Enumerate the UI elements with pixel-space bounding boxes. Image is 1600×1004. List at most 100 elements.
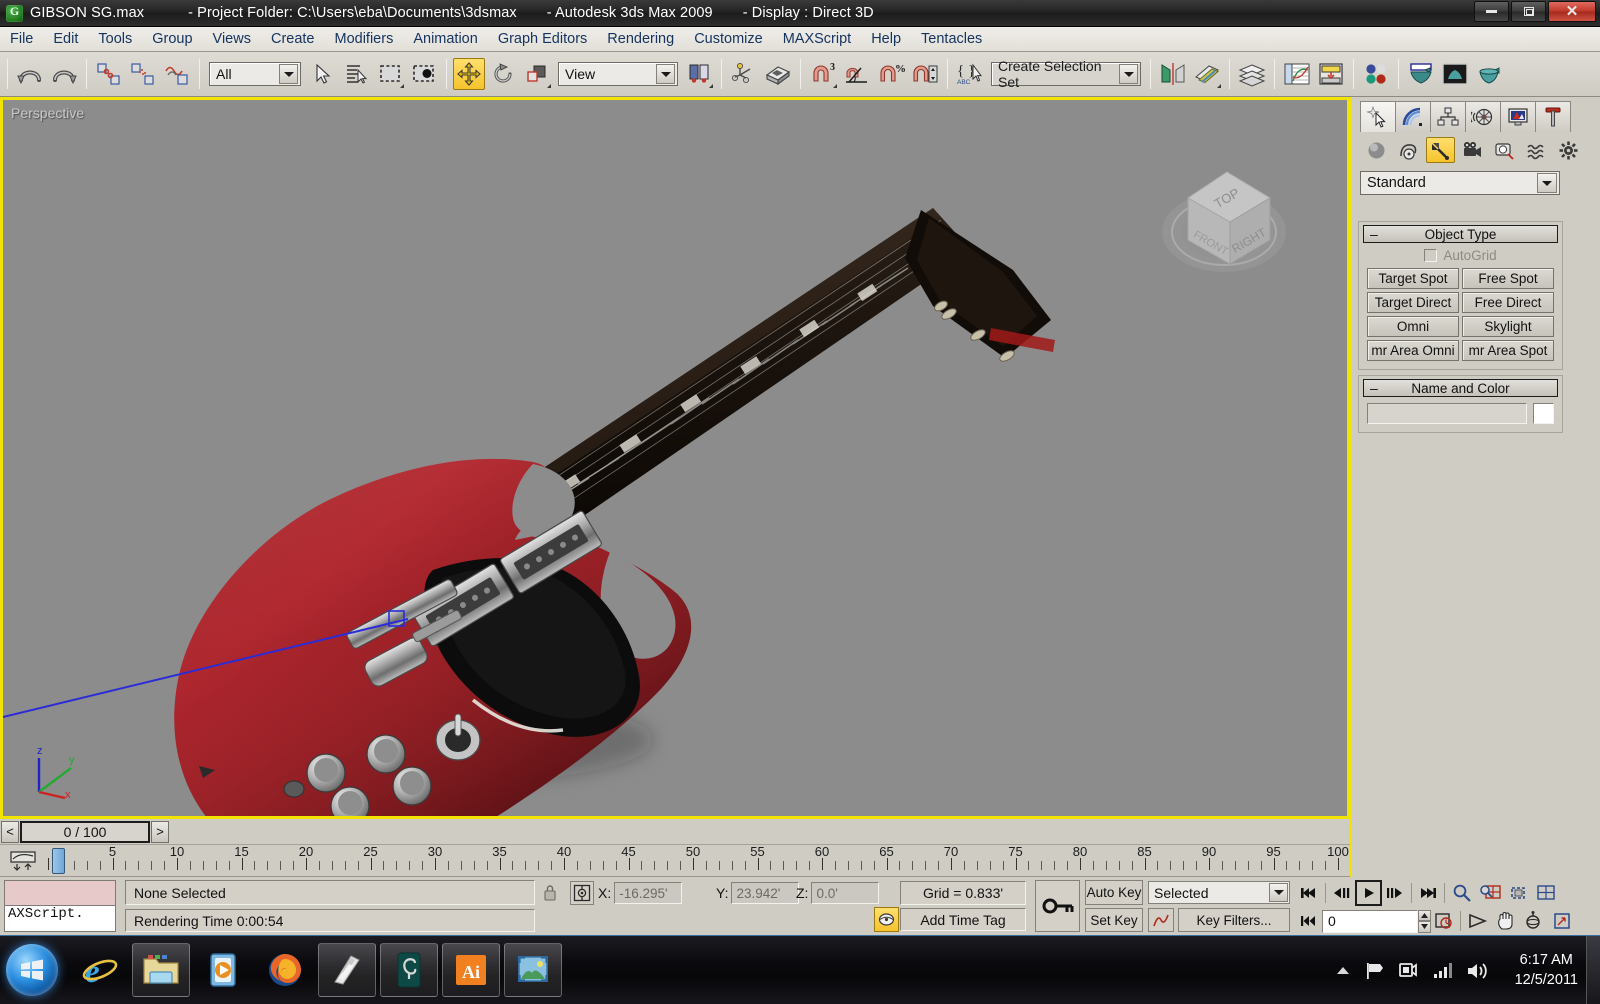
target-direct-button[interactable]: Target Direct <box>1367 292 1459 313</box>
omni-button[interactable]: Omni <box>1367 316 1459 337</box>
menu-animation[interactable]: Animation <box>403 28 487 50</box>
menu-modifiers[interactable]: Modifiers <box>325 28 404 50</box>
tab-hierarchy[interactable] <box>1430 101 1466 132</box>
restore-button[interactable] <box>1511 1 1546 22</box>
go-to-start-button[interactable] <box>1296 880 1322 906</box>
select-and-rotate-button[interactable] <box>487 58 519 90</box>
undo-button[interactable] <box>14 58 46 90</box>
collapse-icon[interactable]: – <box>1370 381 1378 395</box>
mirror-button[interactable] <box>1157 58 1189 90</box>
go-to-end-button[interactable] <box>1415 880 1441 906</box>
time-slider-handle[interactable] <box>52 848 65 874</box>
play-animation-button[interactable] <box>1355 880 1382 906</box>
category-shapes-button[interactable] <box>1394 137 1423 163</box>
zoom-extents-button[interactable] <box>1504 880 1532 906</box>
field-of-view-button[interactable] <box>1464 908 1492 934</box>
category-geometry-button[interactable] <box>1362 137 1391 163</box>
coordinate-z[interactable]: Z: 0.0' <box>796 881 880 905</box>
edit-named-selection-sets-button[interactable]: { } ABC <box>954 58 986 90</box>
key-mode-jump-button[interactable] <box>1296 908 1322 934</box>
mr-area-omni-button[interactable]: mr Area Omni <box>1367 340 1459 361</box>
taskbar-winamp[interactable] <box>318 943 376 997</box>
menu-help[interactable]: Help <box>861 28 911 50</box>
object-name-input[interactable] <box>1367 403 1527 424</box>
spinner-snap-toggle-button[interactable] <box>909 58 941 90</box>
menu-group[interactable]: Group <box>142 28 202 50</box>
start-button[interactable] <box>6 944 58 996</box>
taskbar-windows-media-player[interactable] <box>194 943 252 997</box>
perspective-viewport[interactable]: Perspective TOP FRONT RIGHT z y x <box>0 97 1350 819</box>
frame-spinner[interactable] <box>1418 909 1431 933</box>
tab-create[interactable] <box>1360 101 1396 132</box>
menu-customize[interactable]: Customize <box>684 28 773 50</box>
tab-modify[interactable] <box>1395 101 1431 132</box>
keyboard-shortcut-override-toggle[interactable] <box>762 58 794 90</box>
chevron-down-icon[interactable] <box>1269 883 1288 902</box>
window-crossing-button[interactable] <box>408 58 440 90</box>
chevron-down-icon[interactable] <box>1537 173 1557 193</box>
maxscript-mini-listener[interactable]: AXScript. <box>4 880 116 932</box>
taskbar-internet-explorer[interactable]: e <box>70 943 128 997</box>
taskbar-firefox[interactable] <box>256 943 314 997</box>
viewport-canvas[interactable]: Perspective TOP FRONT RIGHT z y x <box>3 100 1347 816</box>
key-filter-target-combo[interactable]: Selected <box>1148 881 1290 904</box>
render-production-button[interactable] <box>1473 58 1505 90</box>
name-and-color-rollout-header[interactable]: – Name and Color <box>1363 379 1558 397</box>
current-frame-input[interactable]: 0 <box>1322 909 1418 933</box>
zoom-extents-all-button[interactable] <box>1532 880 1560 906</box>
zoom-all-button[interactable] <box>1476 880 1504 906</box>
volume-button[interactable] <box>1466 962 1488 980</box>
taskbar-clock[interactable]: 6:17 AM 12/5/2011 <box>1515 936 1578 1004</box>
percent-snap-toggle-button[interactable]: % <box>875 58 907 90</box>
open-mini-curve-editor-button[interactable] <box>6 849 40 873</box>
coordinate-y-field[interactable]: 23.942' <box>731 882 800 904</box>
maximize-viewport-toggle-button[interactable] <box>1548 908 1576 934</box>
curve-editor-button[interactable] <box>1281 58 1313 90</box>
select-object-button[interactable] <box>306 58 338 90</box>
tab-motion[interactable] <box>1465 101 1501 132</box>
tab-display[interactable] <box>1500 101 1536 132</box>
pan-view-button[interactable] <box>1492 908 1520 934</box>
minimize-button[interactable] <box>1474 1 1509 22</box>
reference-coordinate-system-combo[interactable]: View <box>558 62 678 86</box>
menu-views[interactable]: Views <box>203 28 261 50</box>
menu-file[interactable]: File <box>0 28 43 50</box>
track-bar[interactable]: 5 10 15 20 25 30 35 40 45 50 55 60 65 70 75 80 85 90 95 100 <box>0 844 1350 877</box>
material-editor-button[interactable] <box>1360 58 1392 90</box>
chevron-down-icon[interactable] <box>279 64 298 84</box>
taskbar-corel-app[interactable] <box>380 943 438 997</box>
menu-edit[interactable]: Edit <box>43 28 88 50</box>
coordinate-y[interactable]: Y: 23.942' <box>716 881 800 905</box>
view-cube[interactable]: TOP FRONT RIGHT <box>1152 160 1302 280</box>
current-frame-display[interactable]: 0 / 100 <box>20 820 150 843</box>
time-tag-button[interactable] <box>874 907 899 932</box>
select-and-move-button[interactable] <box>453 58 485 90</box>
autogrid-checkbox[interactable] <box>1424 249 1438 262</box>
signal-strength-indicator[interactable] <box>1432 962 1452 980</box>
taskbar-windows-explorer[interactable] <box>132 943 190 997</box>
time-configuration-button[interactable] <box>1431 908 1457 934</box>
chevron-down-icon[interactable] <box>656 64 675 84</box>
select-by-name-button[interactable] <box>340 58 372 90</box>
coordinate-x-field[interactable]: -16.295' <box>614 882 683 904</box>
set-key-button[interactable]: Set Key <box>1085 908 1143 932</box>
category-systems-button[interactable] <box>1554 137 1583 163</box>
key-mode-toggle-button[interactable] <box>1035 880 1080 932</box>
object-type-rollout-header[interactable]: – Object Type <box>1363 225 1558 243</box>
category-helpers-button[interactable] <box>1490 137 1519 163</box>
redo-button[interactable] <box>48 58 80 90</box>
unlink-selection-button[interactable] <box>127 58 159 90</box>
next-frame-arrow[interactable]: > <box>151 820 169 843</box>
select-and-manipulate-button[interactable] <box>728 58 760 90</box>
chevron-down-icon[interactable] <box>1119 64 1138 84</box>
coordinate-x[interactable]: X: -16.295' <box>598 881 683 905</box>
next-frame-button[interactable] <box>1382 880 1408 906</box>
absolute-transform-type-in-button[interactable] <box>570 881 594 905</box>
menu-graph-editors[interactable]: Graph Editors <box>488 28 597 50</box>
schematic-view-button[interactable] <box>1315 58 1347 90</box>
category-lights-button[interactable] <box>1426 137 1455 163</box>
light-subcategory-combo[interactable]: Standard <box>1360 171 1560 195</box>
menu-maxscript[interactable]: MAXScript <box>773 28 862 50</box>
lock-selection-button[interactable] <box>540 882 560 904</box>
maxscript-listener-pane[interactable]: AXScript. <box>5 906 115 931</box>
